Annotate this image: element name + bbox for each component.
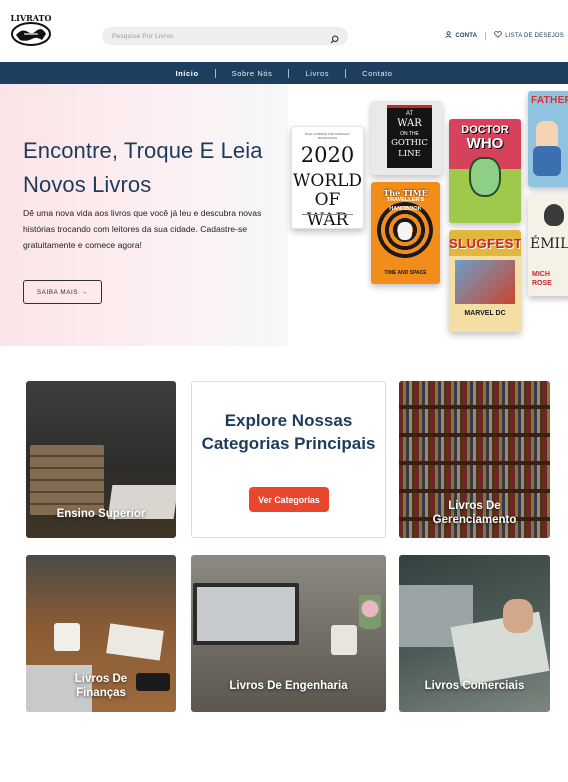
- category-tile-engenharia[interactable]: Livros De Engenharia: [191, 555, 386, 712]
- cover-marvel-dc: MARVEL DC: [464, 310, 506, 317]
- paper-illustration: [106, 623, 164, 661]
- tile-label: Livros Comerciais: [424, 680, 525, 692]
- flowers-illustration: [359, 595, 381, 641]
- saiba-mais-label: SAIBA MAIS: [36, 288, 79, 296]
- cover-portrait: [544, 204, 564, 226]
- hero-title: Encontre, Troque E Leia Novos Livros: [23, 138, 263, 197]
- nav-item-inicio[interactable]: Início: [159, 69, 214, 78]
- hero-section: Encontre, Troque E Leia Novos Livros Dê …: [0, 84, 568, 346]
- cover-line: [302, 214, 353, 215]
- cover-world: WORLD: [292, 171, 363, 191]
- category-tile-financas[interactable]: Livros De Finanças: [26, 555, 176, 712]
- cover-who: WHO: [466, 135, 504, 152]
- cover-authors: PAUL CORNISH AND KINGSLEY DONALDSON: [304, 132, 350, 140]
- cover-red-bar: [387, 105, 432, 108]
- wishlist-link[interactable]: LISTA DE DESEJOS: [494, 31, 564, 40]
- header-links: CONTA LISTA DE DESEJOS: [445, 31, 564, 40]
- tile-label: Ensino Superior: [56, 508, 146, 520]
- cover-on-the: ON THE: [400, 131, 419, 137]
- cover-travellers: TRAVELLER'S: [386, 197, 425, 203]
- cover-line-word: LINE: [398, 149, 421, 159]
- category-tile-ensino-superior[interactable]: Ensino Superior: [26, 381, 176, 538]
- tile-label: Livros De Gerenciamento: [432, 500, 517, 526]
- book-cover-fathers[interactable]: FATHER: [528, 91, 568, 187]
- cover-gothic: GOTHIC: [391, 138, 428, 148]
- nav-item-contato[interactable]: Contato: [346, 69, 408, 78]
- books-stack-illustration: [30, 445, 104, 515]
- cover-figure-shirt: [533, 146, 561, 176]
- cover-war: WAR: [397, 118, 422, 129]
- cover-year: 2020: [300, 143, 355, 167]
- ver-categorias-button[interactable]: Ver Categorias: [249, 487, 329, 512]
- search-input[interactable]: [102, 32, 322, 40]
- book-cover-time-travellers[interactable]: The TIME TRAVELLER'S HANDBOOK TIME AND S…: [371, 182, 440, 284]
- cover-slugfest: SLUGFEST: [449, 236, 521, 251]
- cover-emile: ÉMILE: [530, 236, 568, 252]
- cover-comic-art: [455, 260, 515, 304]
- tile-label: Livros De Engenharia: [229, 680, 348, 692]
- nav-item-sobre-nos[interactable]: Sobre Nós: [216, 69, 289, 78]
- category-tile-comerciais[interactable]: Livros Comerciais: [399, 555, 550, 712]
- livrato-logo[interactable]: LIVRATO: [8, 12, 54, 48]
- book-cover-world-of-war[interactable]: PAUL CORNISH AND KINGSLEY DONALDSON 2020…: [291, 126, 364, 229]
- cover-at: AT: [405, 111, 414, 117]
- main-nav: Início Sobre Nós Livros Contato: [0, 62, 568, 84]
- book-cover-gothic-line[interactable]: AT WAR ON THE GOTHIC LINE: [371, 101, 442, 175]
- explore-heading: Explore Nossas Categorias Principais: [201, 411, 376, 453]
- heart-icon: [494, 31, 503, 40]
- category-tile-gerenciamento[interactable]: Livros De Gerenciamento: [399, 381, 550, 538]
- book-covers-collage: PAUL CORNISH AND KINGSLEY DONALDSON 2020…: [288, 84, 568, 346]
- cover-author: MICH ROSE: [532, 271, 552, 287]
- search-icon[interactable]: [330, 31, 339, 44]
- book-cover-emile[interactable]: ÉMILE MICH ROSE: [528, 194, 568, 296]
- header-divider: [485, 31, 487, 40]
- astronaut-icon: [398, 222, 412, 240]
- arrow-right-icon: →: [81, 288, 89, 296]
- cover-fathers: FATHER: [531, 95, 568, 106]
- hero-text: Dê uma nova vida aos livros que você já …: [23, 208, 262, 250]
- nav-item-livros[interactable]: Livros: [289, 69, 345, 78]
- cover-time-and-space: TIME AND SPACE: [384, 270, 427, 276]
- account-link[interactable]: CONTA: [445, 31, 477, 40]
- account-label: CONTA: [455, 32, 478, 39]
- wishlist-label: LISTA DE DESEJOS: [505, 32, 564, 39]
- screen-illustration: [197, 587, 295, 641]
- site-header: LIVRATO CONTA LISTA DE DESEJOS: [0, 0, 568, 62]
- mug-illustration: [54, 623, 80, 651]
- cup-illustration: [331, 625, 357, 655]
- user-icon: [445, 31, 452, 40]
- saiba-mais-button[interactable]: SAIBA MAIS →: [23, 280, 102, 304]
- cover-handbook: HANDBOOK: [389, 206, 422, 212]
- cover-face: [469, 157, 501, 197]
- explore-categories-card: Explore Nossas Categorias Principais Ver…: [191, 381, 386, 538]
- hand-illustration: [503, 599, 533, 633]
- book-cover-doctor-who[interactable]: DOCTOR WHO: [449, 119, 521, 223]
- cover-of-war: OF WAR: [306, 190, 349, 229]
- search-bar[interactable]: [102, 27, 348, 45]
- svg-text:LIVRATO: LIVRATO: [11, 13, 52, 23]
- tile-label: Livros De Finanças: [74, 673, 128, 699]
- book-cover-slugfest[interactable]: SLUGFEST MARVEL DC: [449, 230, 521, 332]
